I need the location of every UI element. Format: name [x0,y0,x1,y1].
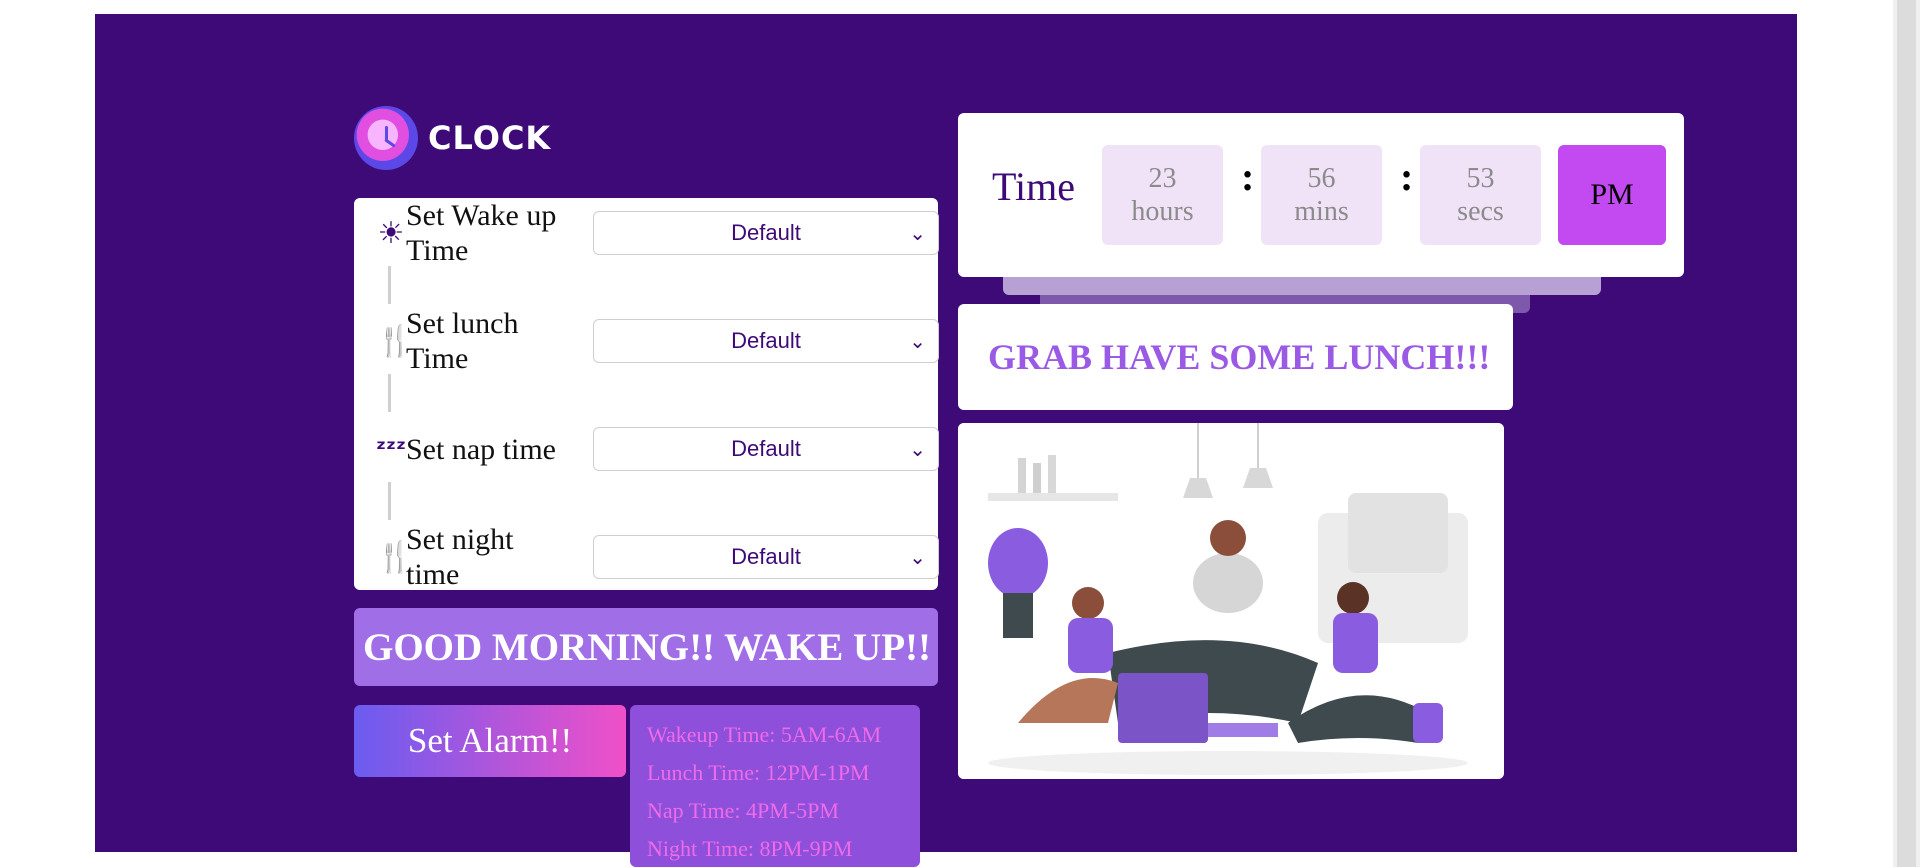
wakeup-select[interactable]: Default ⌄ [593,211,939,255]
hours-box: 23 hours [1102,145,1223,245]
night-label: Set night time [406,523,514,591]
night-row: 🍴 Set night time Default ⌄ [376,522,939,592]
fork-spoon-icon: 🍴 [376,539,414,575]
connector-line [388,482,391,520]
card-shadow [1003,277,1601,295]
nap-label: Set nap time [406,432,556,466]
lunch-row: 🍴 Set lunch Time Default ⌄ [376,306,939,376]
night-select[interactable]: Default ⌄ [593,535,939,579]
secs-box: 53 secs [1420,145,1541,245]
lunch-select[interactable]: Default ⌄ [593,319,939,363]
wakeup-label: Set Wake up Time [406,199,557,267]
chevron-down-icon: ⌄ [909,547,926,569]
settings-card: ☀ Set Wake up Time Default ⌄ 🍴 Set lunch … [354,198,939,592]
set-alarm-button[interactable]: Set Alarm!! [354,705,626,777]
logo: CLOCK [354,106,551,170]
clock-icon [354,106,418,170]
chevron-down-icon: ⌄ [909,439,926,461]
lunch-select-value: Default [731,328,801,353]
chevron-down-icon: ⌄ [909,223,926,245]
separator: : [1400,154,1414,199]
schedule-item: Lunch Time: 12PM-1PM [647,760,870,785]
nap-select-value: Default [731,436,801,461]
secs-unit: secs [1457,196,1504,227]
connector-line [388,374,391,412]
chevron-down-icon: ⌄ [909,331,926,353]
mins-box: 56 mins [1261,145,1382,245]
clock-card: Time 23 hours : 56 mins : 53 secs PM [958,113,1684,277]
zzz-icon: ᶻᶻᶻ [376,435,407,463]
nap-select[interactable]: Default ⌄ [593,427,939,471]
scrollbar-thumb[interactable] [1897,0,1916,867]
wakeup-message: GOOD MORNING!! WAKE UP!! [354,608,938,686]
nap-row: ᶻᶻᶻ Set nap time Default ⌄ [376,414,939,484]
ampm-badge: PM [1558,145,1666,245]
lunch-label: Set lunch Time [406,307,519,375]
schedule-tooltip: Wakeup Time: 5AM-6AM Lunch Time: 12PM-1P… [630,705,920,867]
sun-icon: ☀ [377,215,405,251]
connector-line [388,266,391,304]
hours-value: 23 [1148,163,1177,194]
schedule-item: Night Time: 8PM-9PM [647,836,853,861]
wakeup-select-value: Default [731,220,801,245]
people-eating-lunch-illustration [958,423,1504,779]
schedule-item: Nap Time: 4PM-5PM [647,798,839,823]
time-label: Time [992,164,1076,209]
mins-unit: mins [1294,196,1349,227]
fork-spoon-icon: 🍴 [376,323,414,359]
logo-text: CLOCK [428,119,552,157]
lunch-message: GRAB HAVE SOME LUNCH!!! [958,304,1513,410]
hours-unit: hours [1131,196,1194,227]
scrollbar[interactable] [1893,0,1920,867]
wakeup-row: ☀ Set Wake up Time Default ⌄ [376,198,939,268]
illustration-svg [958,423,1504,779]
night-select-value: Default [731,544,801,569]
secs-value: 53 [1466,163,1495,194]
mins-value: 56 [1307,163,1336,194]
separator: : [1241,154,1255,199]
schedule-item: Wakeup Time: 5AM-6AM [647,722,882,747]
